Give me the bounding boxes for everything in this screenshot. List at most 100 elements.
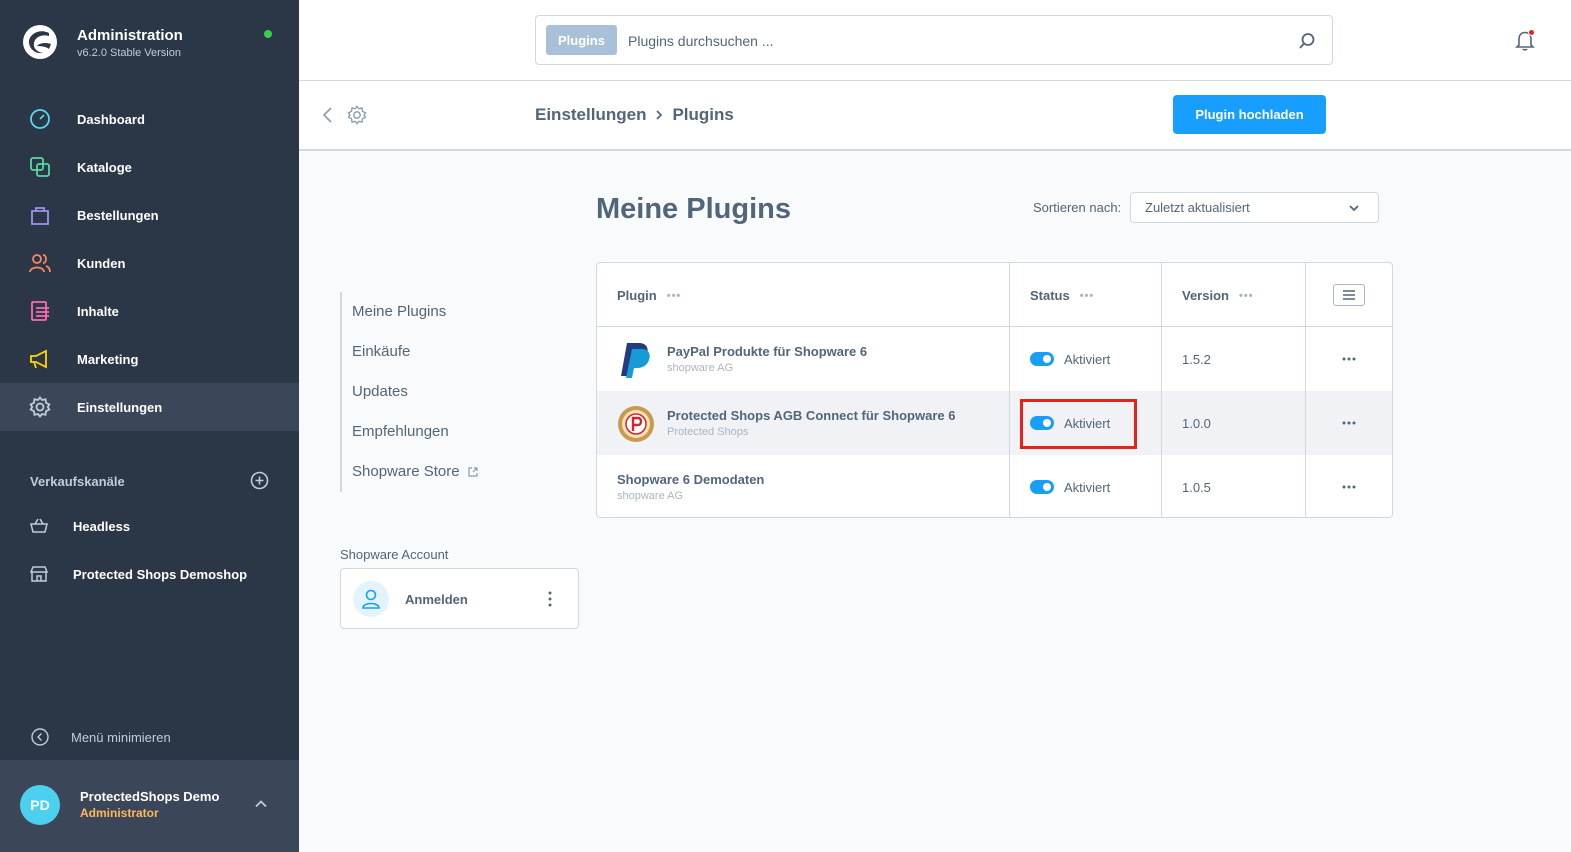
sidebar-item-bestellungen[interactable]: Bestellungen <box>0 191 299 239</box>
column-header-label: Version <box>1182 288 1229 303</box>
shopping-bag-icon <box>28 203 52 227</box>
users-icon <box>28 251 52 275</box>
sales-channel-label: Headless <box>73 518 131 534</box>
login-link[interactable]: Anmelden <box>405 592 468 607</box>
paypal-logo-icon <box>621 343 650 378</box>
kebab-menu-icon[interactable] <box>544 589 556 609</box>
search-bar[interactable]: Plugins <box>535 15 1333 65</box>
sidebar-item-label: Dashboard <box>77 111 145 127</box>
top-bar: Plugins <box>299 0 1571 81</box>
storefront-icon <box>30 565 48 583</box>
sales-channel-headless[interactable]: Headless <box>30 517 130 535</box>
add-circle-icon[interactable] <box>250 471 269 490</box>
sidebar-item-label: Kataloge <box>77 159 132 175</box>
column-header-label: Status <box>1030 288 1070 303</box>
sidebar-item-label: Inhalte <box>77 303 119 319</box>
sidebar-item-marketing[interactable]: Marketing <box>0 335 299 383</box>
chevron-left-circle-icon <box>31 728 49 746</box>
sidebar-item-einstellungen[interactable]: Einstellungen <box>0 383 299 431</box>
sort-select[interactable]: Zuletzt aktualisiert <box>1130 192 1379 223</box>
chevron-left-icon[interactable] <box>321 106 335 124</box>
minimize-label: Menü minimieren <box>71 729 171 745</box>
account-title: Shopware Account <box>340 547 449 562</box>
sidebar-item-kataloge[interactable]: Kataloge <box>0 143 299 191</box>
sort-select-value: Zuletzt aktualisiert <box>1145 200 1250 215</box>
plugin-active-toggle[interactable] <box>1030 352 1054 366</box>
chevron-up-icon[interactable] <box>254 797 268 811</box>
upload-plugin-button[interactable]: Plugin hochladen <box>1173 95 1326 134</box>
plugin-status: Aktiviert <box>1064 352 1111 367</box>
shopware-account-card: Anmelden <box>340 568 579 629</box>
sidebar-item-label: Einstellungen <box>77 399 163 415</box>
breadcrumb: Einstellungen Plugins <box>535 105 734 125</box>
main-nav: Dashboard Kataloge Bestellungen Kunden I… <box>0 95 299 431</box>
sort-label: Sortieren nach: <box>1033 200 1122 215</box>
breadcrumb-item-settings[interactable]: Einstellungen <box>535 105 646 125</box>
plugin-table: Plugin ••• Status ••• Version ••• PayPal Pr… <box>596 262 1393 518</box>
shopware-logo-icon <box>23 25 57 59</box>
user-role: Administrator <box>80 806 159 820</box>
search-input[interactable] <box>628 28 1268 54</box>
plugin-vendor: Protected Shops <box>667 426 749 438</box>
gear-icon <box>28 395 52 419</box>
subnav-item-shopware-store[interactable]: Shopware Store <box>352 452 478 492</box>
plugin-status: Aktiviert <box>1064 480 1111 495</box>
plugin-active-toggle[interactable] <box>1030 480 1054 494</box>
row-actions-icon[interactable] <box>1341 417 1357 429</box>
plugin-name[interactable]: PayPal Produkte für Shopware 6 <box>667 344 867 359</box>
column-divider <box>1305 263 1306 517</box>
sidebar-item-dashboard[interactable]: Dashboard <box>0 95 299 143</box>
plugin-version: 1.0.0 <box>1182 416 1211 431</box>
subnav-item-label: Shopware Store <box>352 463 460 480</box>
sidebar-item-kunden[interactable]: Kunden <box>0 239 299 287</box>
row-actions-icon[interactable] <box>1341 353 1357 365</box>
sidebar-item-label: Bestellungen <box>77 207 159 223</box>
breadcrumb-item-plugins: Plugins <box>672 105 734 124</box>
user-name: ProtectedShops Demo <box>80 789 220 804</box>
row-actions-icon[interactable] <box>1341 481 1357 493</box>
subnav-item-purchases[interactable]: Einkäufe <box>352 332 478 372</box>
app-title: Administration <box>77 27 183 44</box>
notification-bell-icon[interactable] <box>1513 28 1537 52</box>
online-status-dot <box>264 30 272 38</box>
plugin-name[interactable]: Shopware 6 Demodaten <box>617 472 764 487</box>
plugin-vendor: shopware AG <box>667 362 734 374</box>
grid-settings-button[interactable] <box>1333 284 1365 306</box>
sidebar-item-label: Kunden <box>77 255 126 271</box>
subnav-item-recommendations[interactable]: Empfehlungen <box>352 412 478 452</box>
user-icon <box>362 589 380 609</box>
app-version: v6.2.0 Stable Version <box>77 47 181 59</box>
table-header: Plugin ••• Status ••• Version ••• <box>597 263 1392 327</box>
search-icon[interactable] <box>1298 32 1316 50</box>
subnav-item-updates[interactable]: Updates <box>352 372 478 412</box>
plugin-name[interactable]: Protected Shops AGB Connect für Shopware… <box>667 408 955 423</box>
column-header-plugin[interactable]: Plugin ••• <box>617 288 681 303</box>
column-options-icon[interactable]: ••• <box>1080 290 1095 302</box>
column-header-version[interactable]: Version ••• <box>1182 288 1254 303</box>
user-menu[interactable]: PD ProtectedShops Demo Administrator <box>0 760 299 852</box>
list-icon <box>1343 290 1355 300</box>
plugin-vendor: shopware AG <box>617 490 684 502</box>
search-type-tag[interactable]: Plugins <box>546 25 617 55</box>
plugin-version: 1.0.5 <box>1182 480 1211 495</box>
column-options-icon[interactable]: ••• <box>667 290 682 302</box>
column-header-status[interactable]: Status ••• <box>1030 288 1094 303</box>
avatar: PD <box>20 785 60 825</box>
brand[interactable]: Administration v6.2.0 Stable Version <box>22 24 183 60</box>
gauge-icon <box>28 107 52 131</box>
subnav-item-my-plugins[interactable]: Meine Plugins <box>352 292 478 332</box>
plugin-version: 1.5.2 <box>1182 352 1211 367</box>
sales-channel-demoshop[interactable]: Protected Shops Demoshop <box>30 565 247 583</box>
smart-bar: Einstellungen Plugins Plugin hochladen <box>299 81 1571 151</box>
page-title: Meine Plugins <box>596 193 791 225</box>
column-options-icon[interactable]: ••• <box>1239 290 1254 302</box>
minimize-menu[interactable]: Menü minimieren <box>30 727 171 747</box>
chevron-right-icon <box>654 109 664 121</box>
basket-icon <box>30 517 48 535</box>
sidebar-item-inhalte[interactable]: Inhalte <box>0 287 299 335</box>
gear-icon[interactable] <box>347 105 367 125</box>
table-row: PayPal Produkte für Shopware 6 shopware … <box>597 327 1392 391</box>
sidebar-item-label: Marketing <box>77 351 139 367</box>
external-link-icon <box>467 467 478 477</box>
table-row: Protected Shops AGB Connect für Shopware… <box>597 391 1392 455</box>
